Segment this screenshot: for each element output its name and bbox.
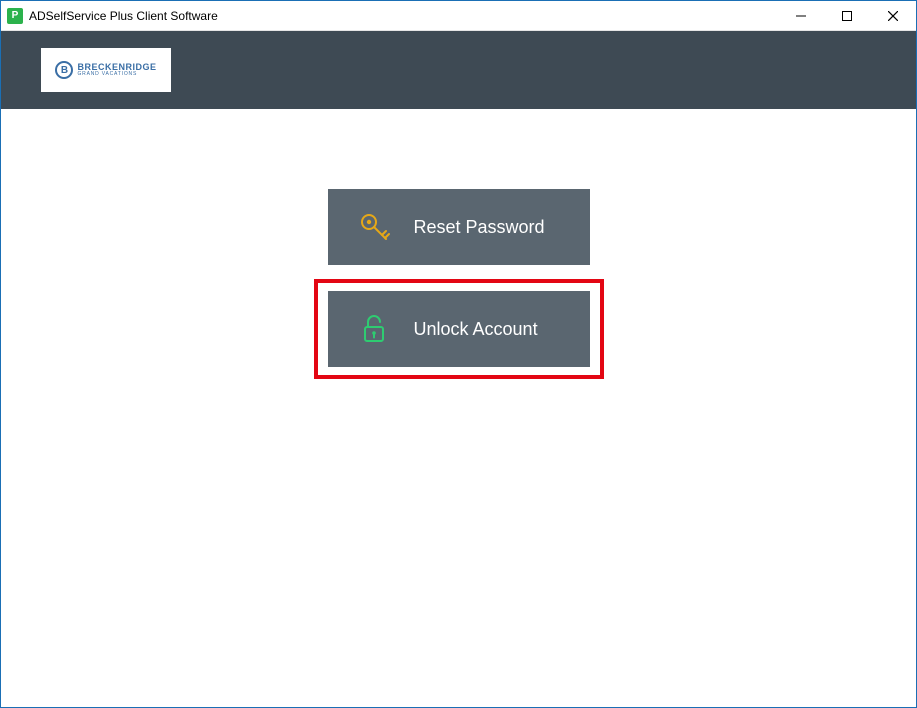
maximize-button[interactable]: [824, 1, 870, 30]
app-icon: P: [7, 8, 23, 24]
close-icon: [888, 11, 898, 21]
logo-brand-sub: GRAND VACATIONS: [77, 72, 156, 77]
reset-password-button[interactable]: Reset Password: [328, 189, 590, 265]
unlock-account-button[interactable]: Unlock Account: [328, 291, 590, 367]
titlebar: P ADSelfService Plus Client Software: [1, 1, 916, 31]
window-controls: [778, 1, 916, 30]
app-window: P ADSelfService Plus Client Software: [0, 0, 917, 708]
highlight-annotation: Unlock Account: [314, 279, 604, 379]
key-icon: [356, 209, 392, 245]
logo-mark-letter: B: [61, 65, 68, 76]
app-icon-glyph: P: [12, 11, 19, 21]
reset-password-label: Reset Password: [414, 217, 545, 238]
window-title: ADSelfService Plus Client Software: [29, 9, 218, 23]
minimize-icon: [796, 11, 806, 21]
logo-mark: B: [55, 61, 73, 79]
content-area: Reset Password Unlock Account: [1, 109, 916, 707]
minimize-button[interactable]: [778, 1, 824, 30]
close-button[interactable]: [870, 1, 916, 30]
titlebar-left: P ADSelfService Plus Client Software: [1, 8, 218, 24]
logo-text: BRECKENRIDGE GRAND VACATIONS: [77, 63, 156, 77]
header-band: B BRECKENRIDGE GRAND VACATIONS: [1, 31, 916, 109]
unlock-account-label: Unlock Account: [414, 319, 538, 340]
lock-icon: [356, 311, 392, 347]
maximize-icon: [842, 11, 852, 21]
brand-logo: B BRECKENRIDGE GRAND VACATIONS: [41, 48, 171, 92]
